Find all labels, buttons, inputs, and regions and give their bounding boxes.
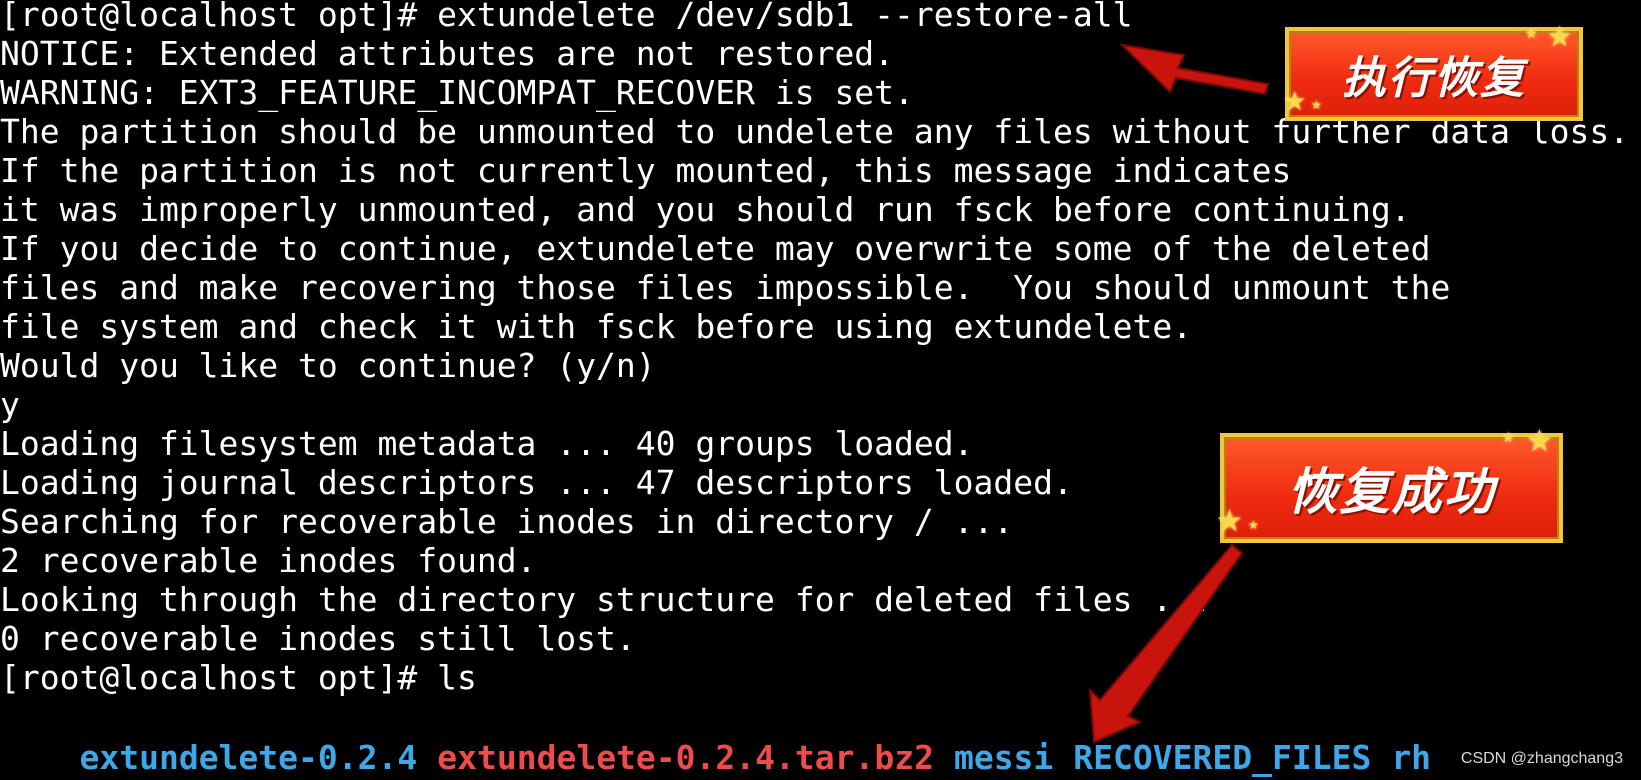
- terminal-line-prompt-question: Would you like to continue? (y/n): [0, 346, 656, 385]
- ls-item-archive: extundelete-0.2.4.tar.bz2: [437, 738, 934, 777]
- terminal-line: NOTICE: Extended attributes are not rest…: [0, 34, 895, 73]
- star-icon: ★: [1547, 20, 1575, 53]
- callout-restore-text: 执行恢复: [1342, 53, 1526, 104]
- terminal-line: Loading journal descriptors ... 47 descr…: [0, 463, 1073, 502]
- terminal-line-command: [root@localhost opt]# extundelete /dev/s…: [0, 0, 1133, 34]
- callout-success-label: 恢复成功 ★ ★ ★ ★: [1216, 427, 1563, 543]
- ls-output-row: extundelete-0.2.4 extundelete-0.2.4.tar.b…: [0, 696, 1431, 777]
- watermark: CSDN @zhangchang3: [1460, 750, 1623, 767]
- star-icon: ★: [1311, 98, 1324, 112]
- terminal-line: Searching for recoverable inodes in dire…: [0, 502, 1014, 541]
- star-icon: ★: [1526, 424, 1555, 459]
- terminal-line-command: [root@localhost opt]# ls: [0, 658, 477, 697]
- terminal-line: files and make recovering those files im…: [0, 268, 1451, 307]
- star-icon: ★: [1283, 87, 1309, 117]
- ls-item-directory: rh: [1391, 738, 1432, 777]
- ls-item-recovered-directory: RECOVERED_FILES: [1073, 738, 1372, 777]
- terminal-line: Looking through the directory structure …: [0, 580, 1212, 619]
- ls-item-directory: extundelete-0.2.4: [79, 738, 418, 777]
- callout-success-text: 恢复成功: [1287, 463, 1496, 521]
- callout-restore-label: 执行恢复 ★ ★ ★ ★: [1283, 23, 1583, 121]
- terminal-line: 0 recoverable inodes still lost.: [0, 619, 636, 658]
- terminal-line: 2 recoverable inodes found.: [0, 541, 537, 580]
- star-icon: ★: [1502, 430, 1517, 446]
- terminal-line: file system and check it with fsck befor…: [0, 307, 1193, 346]
- terminal-line: If you decide to continue, extundelete m…: [0, 229, 1431, 268]
- star-icon: ★: [1216, 504, 1245, 539]
- star-icon: ★: [1248, 518, 1261, 532]
- ls-item-directory: messi: [953, 738, 1054, 777]
- star-icon: ★: [1525, 26, 1540, 42]
- terminal-line: it was improperly unmounted, and you sho…: [0, 190, 1411, 229]
- terminal-line-user-answer: y: [0, 385, 20, 424]
- terminal-line: If the partition is not currently mounte…: [0, 151, 1292, 190]
- terminal-line: WARNING: EXT3_FEATURE_INCOMPAT_RECOVER i…: [0, 73, 914, 112]
- terminal-line: Loading filesystem metadata ... 40 group…: [0, 424, 974, 463]
